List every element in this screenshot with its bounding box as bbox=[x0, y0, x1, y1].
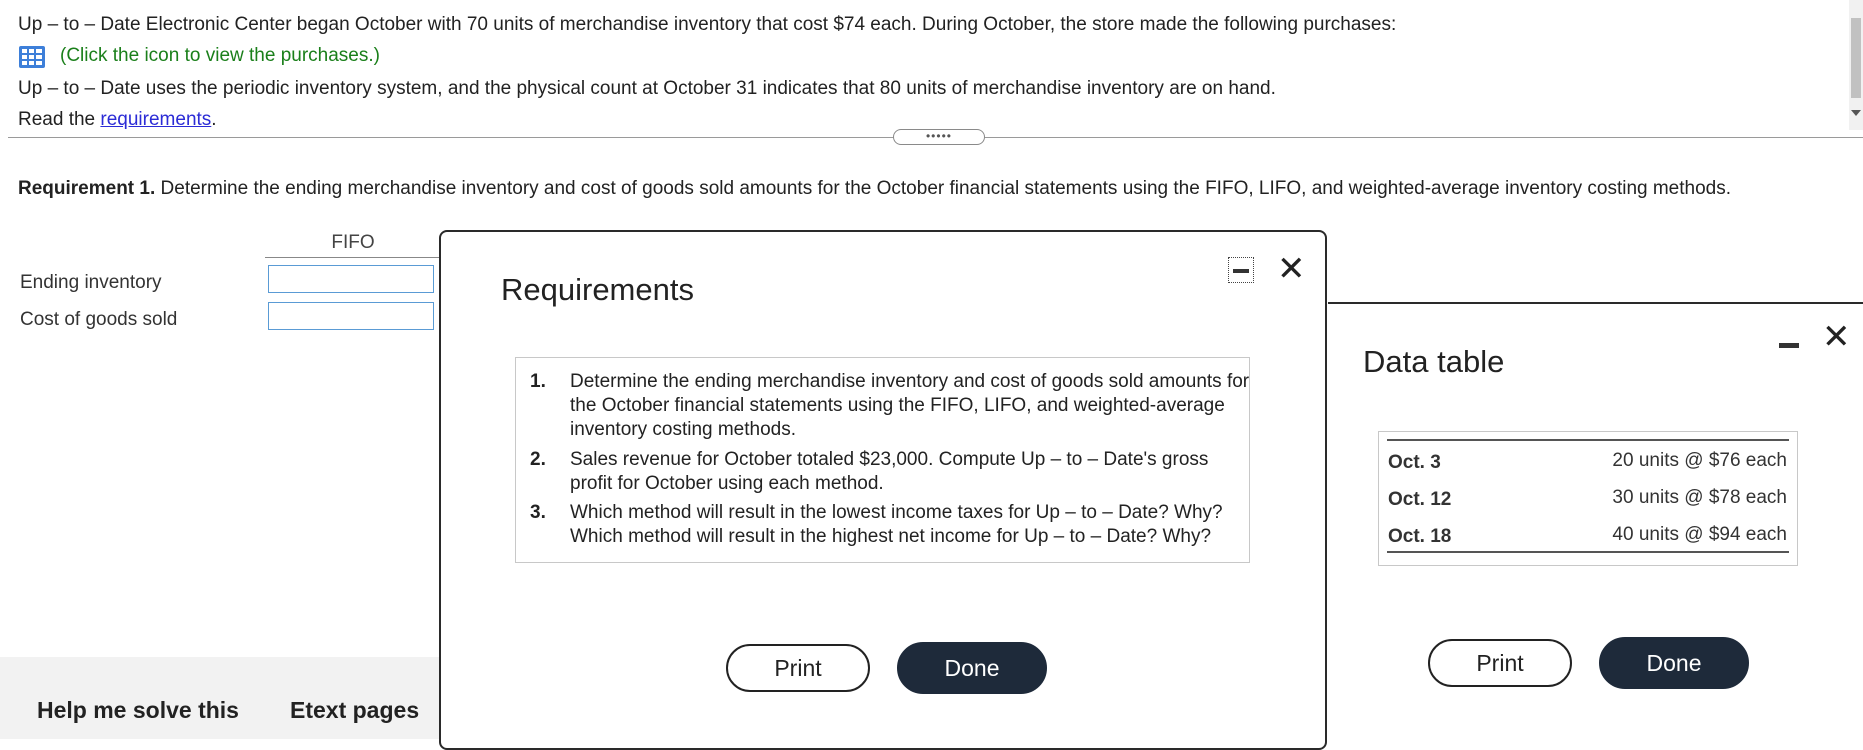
etext-pages-button[interactable]: Etext pages bbox=[290, 697, 419, 724]
done-button[interactable]: Done bbox=[897, 642, 1047, 694]
table-top-rule bbox=[1387, 439, 1789, 441]
purchase-detail: 40 units @ $94 each bbox=[1612, 524, 1787, 545]
ending-inventory-fifo-input[interactable] bbox=[268, 265, 434, 293]
close-icon[interactable]: ✕ bbox=[1277, 252, 1306, 286]
requirement-text: Determine the ending merchandise invento… bbox=[570, 371, 1250, 440]
requirement-1-text: Requirement 1. Determine the ending merc… bbox=[18, 178, 1731, 200]
requirements-list: 1. Determine the ending merchandise inve… bbox=[515, 357, 1250, 563]
done-button[interactable]: Done bbox=[1599, 637, 1749, 689]
requirements-dialog: Requirements ✕ 1. Determine the ending m… bbox=[439, 230, 1327, 750]
column-header-rule bbox=[265, 257, 440, 258]
scrollbar-thumb[interactable] bbox=[1851, 18, 1861, 98]
purchase-date: Oct. 18 bbox=[1388, 526, 1452, 547]
purchase-detail: 20 units @ $76 each bbox=[1612, 450, 1787, 471]
data-table-title: Data table bbox=[1363, 344, 1505, 379]
purchase-date: Oct. 12 bbox=[1388, 489, 1452, 510]
close-icon[interactable]: ✕ bbox=[1822, 320, 1851, 354]
print-button[interactable]: Print bbox=[726, 644, 870, 692]
requirement-number: 1. bbox=[530, 371, 546, 392]
purchase-date: Oct. 3 bbox=[1388, 452, 1441, 473]
requirements-title: Requirements bbox=[501, 272, 694, 307]
requirement-1-label: Requirement 1. bbox=[18, 178, 156, 199]
help-me-solve-button[interactable]: Help me solve this bbox=[37, 697, 239, 724]
requirement-number: 3. bbox=[530, 502, 546, 523]
table-icon[interactable] bbox=[18, 45, 46, 69]
click-icon-hint[interactable]: (Click the icon to view the purchases.) bbox=[60, 45, 380, 67]
minimize-icon[interactable] bbox=[1228, 257, 1254, 283]
periodic-system-text: Up – to – Date uses the periodic invento… bbox=[18, 78, 1276, 99]
table-bottom-rule bbox=[1387, 551, 1789, 553]
print-button[interactable]: Print bbox=[1428, 639, 1572, 687]
cogs-label: Cost of goods sold bbox=[20, 309, 178, 330]
read-requirements-line: Read the requirements. bbox=[18, 109, 217, 131]
scroll-down-arrow-icon[interactable] bbox=[1851, 110, 1861, 116]
requirement-1-body: Determine the ending merchandise invento… bbox=[155, 178, 1732, 199]
read-suffix: . bbox=[211, 109, 217, 130]
minimize-icon[interactable] bbox=[1779, 343, 1799, 348]
requirements-link[interactable]: requirements bbox=[100, 109, 211, 130]
purchases-table: Oct. 3 20 units @ $76 each Oct. 12 30 un… bbox=[1378, 431, 1798, 566]
fifo-column-header: FIFO bbox=[331, 232, 375, 253]
purchase-detail: 30 units @ $78 each bbox=[1612, 487, 1787, 508]
pane-resize-grip[interactable]: ••••• bbox=[893, 129, 985, 145]
requirement-text: Which method will result in the lowest i… bbox=[570, 502, 1223, 547]
cogs-fifo-input[interactable] bbox=[268, 302, 434, 330]
requirement-text: Sales revenue for October totaled $23,00… bbox=[570, 449, 1209, 494]
question-intro: Up – to – Date Electronic Center began O… bbox=[18, 14, 1397, 35]
read-prefix: Read the bbox=[18, 109, 101, 130]
requirement-number: 2. bbox=[530, 449, 546, 470]
data-table-dialog: Data table ✕ Oct. 3 20 units @ $76 each … bbox=[1328, 302, 1863, 741]
ending-inventory-label: Ending inventory bbox=[20, 272, 162, 293]
